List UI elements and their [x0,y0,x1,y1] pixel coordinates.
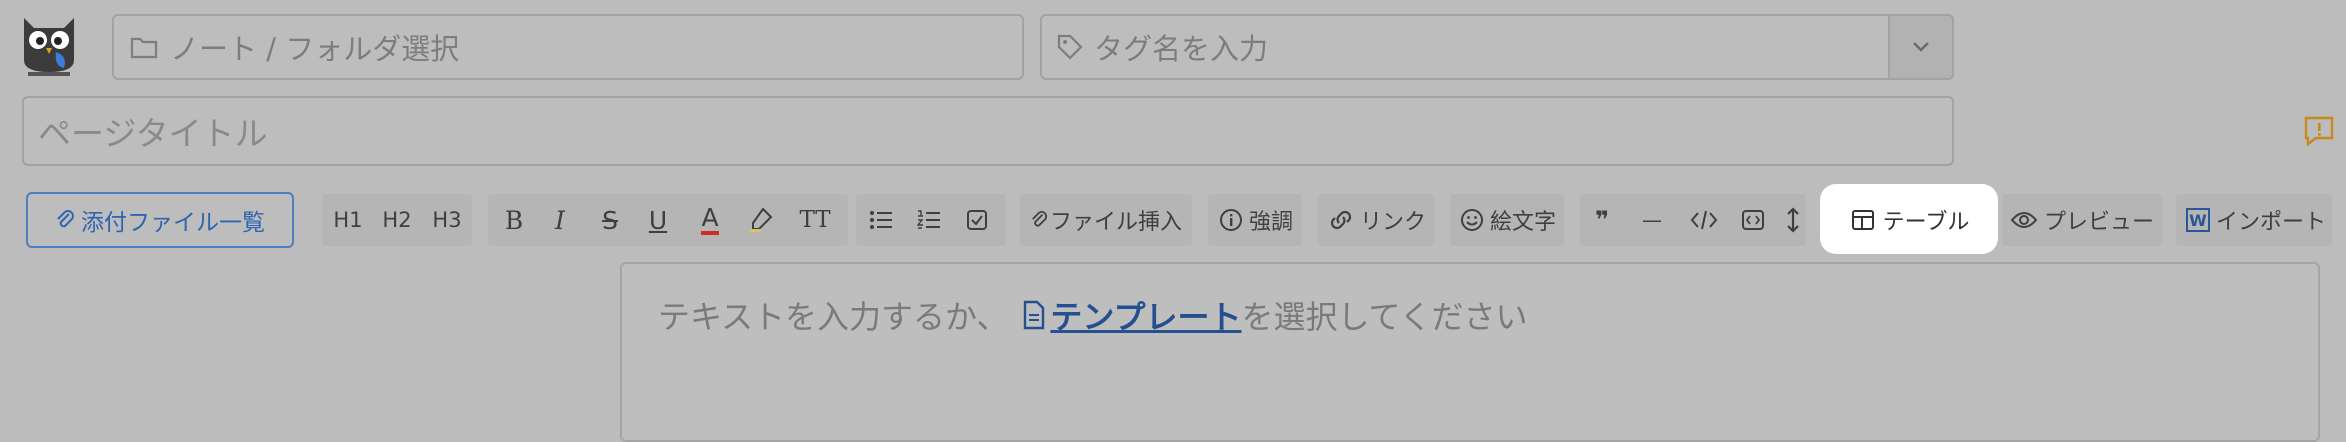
template-link[interactable]: テンプレート [1050,292,1241,338]
word-icon: W [2185,208,2210,232]
app-logo-owl-icon [18,14,80,78]
folder-select-input[interactable]: ノート / フォルダ選択 [112,14,1024,80]
h3-button[interactable]: H3 [424,194,470,246]
notice-icon[interactable] [2302,114,2336,148]
smiley-icon [1460,209,1483,231]
bold-button[interactable]: B [492,194,536,246]
insert-file-label: ファイル挿入 [1049,210,1182,235]
folder-icon [130,37,158,59]
checklist-button[interactable] [954,194,1000,246]
link-button[interactable]: リンク [1322,194,1432,246]
info-icon [1219,209,1242,231]
import-label: インポート [2215,210,2326,235]
import-button[interactable]: W インポート [2180,194,2332,246]
emoji-button[interactable]: 絵文字 [1454,194,1562,246]
code-icon [1690,210,1718,230]
vertical-spacing-button[interactable] [1780,194,1806,246]
tag-icon [1057,34,1083,60]
document-icon [1024,300,1045,330]
code-button[interactable] [1680,194,1728,246]
paperclip-icon [57,210,74,228]
text-size-button[interactable]: TT [790,194,840,246]
italic-label: I [555,205,565,235]
table-button[interactable]: テーブル [1834,194,1986,246]
eye-icon [2010,212,2038,228]
folder-select-placeholder: ノート / フォルダ選択 [170,32,460,66]
quote-button[interactable]: ❞ [1580,194,1624,246]
h1-label: H1 [333,208,363,232]
attachments-list-label: 添付ファイル一覧 [81,210,265,236]
emphasis-button[interactable]: 強調 [1212,194,1300,246]
preview-label: プレビュー [2043,210,2154,235]
checkbox-icon [967,210,987,230]
horizontal-rule-icon: — [1642,208,1662,232]
font-color-button[interactable]: A [688,194,732,246]
h3-label: H3 [432,208,462,232]
vertical-arrows-icon [1787,207,1799,233]
numbered-list-icon [917,210,940,229]
preview-button[interactable]: プレビュー [2004,194,2160,246]
insert-file-button[interactable]: ファイル挿入 [1024,194,1188,246]
underline-button[interactable]: U [636,194,680,246]
code-block-button[interactable] [1730,194,1776,246]
tag-dropdown-toggle[interactable] [1888,16,1952,78]
h1-button[interactable]: H1 [326,194,370,246]
strikethrough-label: S [602,205,618,235]
font-color-label: A [701,205,719,235]
horizontal-rule-button[interactable]: — [1630,194,1674,246]
table-label: テーブル [1882,210,1970,235]
editor-placeholder: テキストを入力するか、 テンプレート を選択してください [658,292,1528,338]
underline-label: U [648,205,668,235]
strikethrough-button[interactable]: S [588,194,632,246]
bullet-list-button[interactable] [858,194,904,246]
attachments-list-button[interactable]: 添付ファイル一覧 [26,192,294,248]
page-title-placeholder: ページタイトル [38,114,268,153]
link-label: リンク [1359,210,1426,235]
highlighter-icon [749,207,773,232]
page-title-input[interactable]: ページタイトル [22,96,1954,166]
link-icon [1330,210,1352,230]
tag-input[interactable]: タグ名を入力 [1040,14,1954,80]
tag-input-placeholder: タグ名を入力 [1094,32,1269,66]
table-icon [1851,210,1874,230]
italic-button[interactable]: I [538,194,582,246]
numbered-list-button[interactable] [906,194,952,246]
editor-area[interactable] [620,262,2320,442]
highlighter-button[interactable] [738,194,782,246]
emoji-label: 絵文字 [1489,210,1556,235]
editor-placeholder-suffix: を選択してください [1241,298,1528,336]
code-block-icon [1742,210,1764,230]
h2-label: H2 [382,208,412,232]
editor-placeholder-prefix: テキストを入力するか、 [658,298,1009,336]
text-size-label: TT [799,207,831,233]
emphasis-label: 強調 [1248,210,1293,235]
h2-button[interactable]: H2 [374,194,420,246]
paperclip-icon [1032,211,1048,227]
bullet-list-icon [870,211,892,229]
bold-label: B [504,205,524,235]
chevron-down-icon [1913,42,1929,52]
quote-icon: ❞ [1594,206,1610,234]
